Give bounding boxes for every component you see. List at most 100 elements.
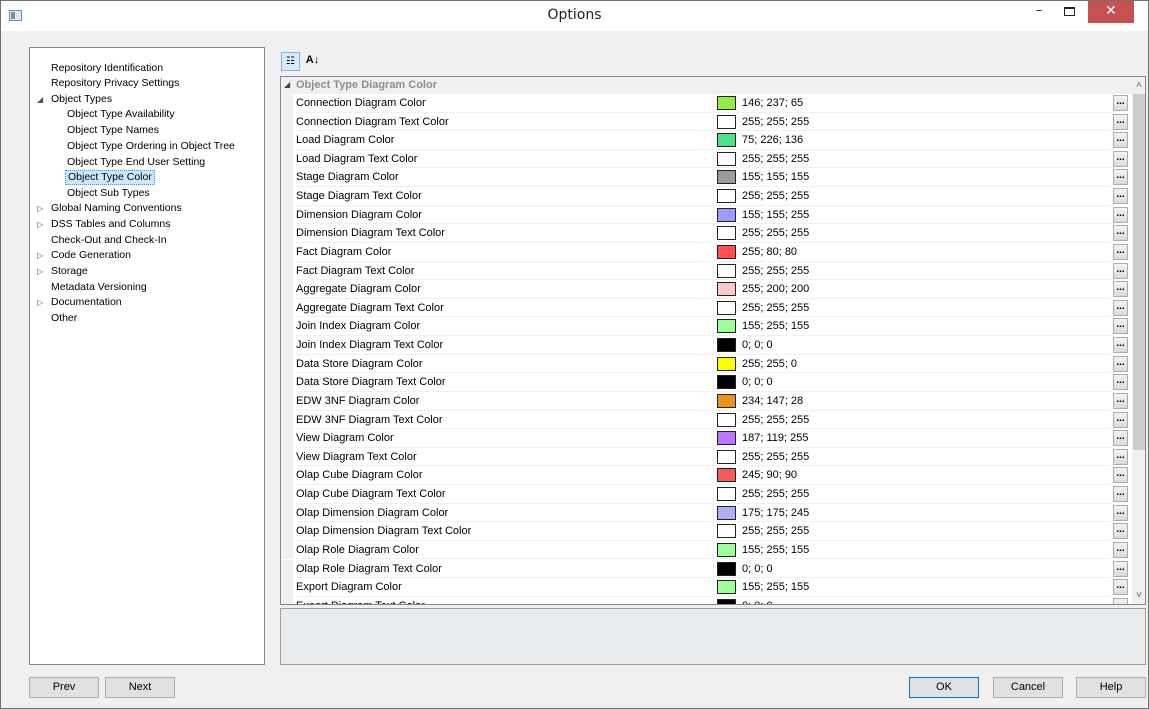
property-value[interactable]: 255; 255; 0 xyxy=(715,355,1110,374)
maximize-button[interactable] xyxy=(1054,1,1084,23)
property-row[interactable]: Data Store Diagram Color 255; 255; 0... xyxy=(281,354,1132,374)
tree-expander-icon[interactable]: ▷ xyxy=(37,295,43,310)
property-value[interactable]: 255; 255; 255 xyxy=(715,150,1110,169)
property-value[interactable]: 234; 147; 28 xyxy=(715,392,1110,411)
property-row[interactable]: Olap Cube Diagram Text Color 255; 255; 25… xyxy=(281,485,1132,504)
property-value[interactable]: 255; 255; 255 xyxy=(715,299,1110,318)
property-value[interactable]: 0; 0; 0 xyxy=(715,597,1110,604)
property-row[interactable]: View Diagram Color 187; 119; 255... xyxy=(281,429,1132,448)
property-row[interactable]: Olap Role Diagram Text Color 0; 0; 0... xyxy=(281,559,1132,579)
property-value[interactable]: 155; 255; 155 xyxy=(715,578,1110,597)
property-value[interactable]: 146; 237; 65 xyxy=(715,94,1110,113)
color-picker-button[interactable]: ... xyxy=(1113,318,1128,335)
color-picker-button[interactable]: ... xyxy=(1113,206,1128,223)
tree-item[interactable]: Storage xyxy=(49,264,90,279)
property-value[interactable]: 155; 155; 155 xyxy=(715,168,1110,188)
color-picker-button[interactable]: ... xyxy=(1113,262,1128,279)
property-row[interactable]: Load Diagram Text Color 255; 255; 255... xyxy=(281,149,1132,169)
property-row[interactable]: Export Diagram Text Color 0; 0; 0... xyxy=(281,596,1132,604)
scroll-up-icon[interactable]: ˄ xyxy=(1132,77,1145,94)
tree-item[interactable]: Object Type End User Setting xyxy=(65,155,207,170)
property-value[interactable]: 155; 255; 155 xyxy=(715,541,1110,560)
property-row[interactable]: Join Index Diagram Color 155; 255; 155... xyxy=(281,317,1132,337)
tree-item[interactable]: Metadata Versioning xyxy=(49,280,149,295)
categorized-view-button[interactable]: ☷ xyxy=(281,52,300,71)
color-picker-button[interactable]: ... xyxy=(1113,225,1128,242)
color-picker-button[interactable]: ... xyxy=(1113,299,1128,316)
help-button[interactable]: Help xyxy=(1076,677,1146,698)
color-picker-button[interactable]: ... xyxy=(1113,95,1128,111)
property-value[interactable]: 255; 200; 200 xyxy=(715,280,1110,299)
color-picker-button[interactable]: ... xyxy=(1113,486,1128,503)
color-picker-button[interactable]: ... xyxy=(1113,150,1128,167)
tree-item[interactable]: Object Type Names xyxy=(65,123,161,138)
alphabetical-sort-button[interactable]: A↓ xyxy=(303,52,322,71)
color-picker-button[interactable]: ... xyxy=(1113,504,1128,521)
tree-item[interactable]: Repository Privacy Settings xyxy=(49,76,181,91)
property-row[interactable]: Fact Diagram Color 255; 80; 80... xyxy=(281,242,1132,262)
property-row[interactable]: Olap Cube Diagram Color 245; 90; 90... xyxy=(281,466,1132,485)
property-row[interactable]: Load Diagram Color 75; 226; 136... xyxy=(281,131,1132,150)
property-row[interactable]: EDW 3NF Diagram Text Color 255; 255; 255.… xyxy=(281,410,1132,430)
tree-item[interactable]: DSS Tables and Columns xyxy=(49,217,172,232)
tree-expander-icon[interactable]: ▷ xyxy=(37,248,43,263)
property-row[interactable]: Olap Dimension Diagram Color 175; 175; 24… xyxy=(281,503,1132,523)
property-row[interactable]: Join Index Diagram Text Color 0; 0; 0... xyxy=(281,336,1132,355)
color-picker-button[interactable]: ... xyxy=(1113,560,1128,577)
tree-item[interactable]: Global Naming Conventions xyxy=(49,201,184,216)
property-row[interactable]: Fact Diagram Text Color 255; 255; 255... xyxy=(281,261,1132,281)
scroll-down-icon[interactable]: ˅ xyxy=(1132,587,1145,604)
property-value[interactable]: 255; 255; 255 xyxy=(715,522,1110,541)
property-row[interactable]: Olap Role Diagram Color 155; 255; 155... xyxy=(281,540,1132,560)
property-row[interactable]: Stage Diagram Text Color 255; 255; 255... xyxy=(281,187,1132,206)
color-picker-button[interactable]: ... xyxy=(1113,430,1128,447)
tree-item[interactable]: Documentation xyxy=(49,295,124,310)
property-value[interactable]: 155; 155; 255 xyxy=(715,206,1110,225)
color-picker-button[interactable]: ... xyxy=(1113,113,1128,130)
tree-expander-icon[interactable]: ▷ xyxy=(37,264,43,279)
tree-expander-icon[interactable]: ▷ xyxy=(37,201,43,216)
tree-expander-icon[interactable]: ▷ xyxy=(37,217,43,232)
color-picker-button[interactable]: ... xyxy=(1113,448,1128,465)
color-picker-button[interactable]: ... xyxy=(1113,467,1128,484)
property-value[interactable]: 187; 119; 255 xyxy=(715,429,1110,448)
tree-item[interactable]: Object Type Color xyxy=(65,170,155,185)
color-picker-button[interactable]: ... xyxy=(1113,281,1128,298)
property-value[interactable]: 255; 255; 255 xyxy=(715,411,1110,430)
property-row[interactable]: View Diagram Text Color 255; 255; 255... xyxy=(281,447,1132,467)
property-value[interactable]: 255; 255; 255 xyxy=(715,448,1110,467)
tree-item[interactable]: Object Type Availability xyxy=(65,107,177,122)
property-value[interactable]: 0; 0; 0 xyxy=(715,336,1110,355)
property-value[interactable]: 255; 255; 255 xyxy=(715,262,1110,281)
property-row[interactable]: Aggregate Diagram Text Color 255; 255; 25… xyxy=(281,298,1132,318)
property-value[interactable]: 155; 255; 155 xyxy=(715,317,1110,337)
color-picker-button[interactable]: ... xyxy=(1113,188,1128,205)
color-picker-button[interactable]: ... xyxy=(1113,523,1128,540)
color-picker-button[interactable]: ... xyxy=(1113,374,1128,391)
property-row[interactable]: Olap Dimension Diagram Text Color 255; 25… xyxy=(281,522,1132,541)
property-row[interactable]: Stage Diagram Color 155; 155; 155... xyxy=(281,168,1132,188)
property-row[interactable]: Data Store Diagram Text Color 0; 0; 0... xyxy=(281,373,1132,392)
tree-item[interactable]: Object Types xyxy=(49,92,114,107)
tree-item[interactable]: Object Type Ordering in Object Tree xyxy=(65,139,237,154)
color-picker-button[interactable]: ... xyxy=(1113,337,1128,354)
property-row[interactable]: Connection Diagram Color 146; 237; 65... xyxy=(281,94,1132,113)
property-row[interactable]: Dimension Diagram Color 155; 155; 255... xyxy=(281,205,1132,225)
property-category[interactable]: ◢ Object Type Diagram Color xyxy=(281,77,1132,94)
property-value[interactable]: 255; 255; 255 xyxy=(715,113,1110,132)
scroll-thumb[interactable] xyxy=(1133,94,1145,450)
color-picker-button[interactable]: ... xyxy=(1113,541,1128,558)
color-picker-button[interactable]: ... xyxy=(1113,392,1128,409)
tree-item[interactable]: Check-Out and Check-In xyxy=(49,233,169,248)
tree-item[interactable]: Other xyxy=(49,311,79,326)
color-picker-button[interactable]: ... xyxy=(1113,355,1128,372)
property-row[interactable]: Dimension Diagram Text Color 255; 255; 25… xyxy=(281,224,1132,243)
property-row[interactable]: Export Diagram Color 155; 255; 155... xyxy=(281,578,1132,597)
cancel-button[interactable]: Cancel xyxy=(993,677,1063,698)
tree-item[interactable]: Repository Identification xyxy=(49,61,165,76)
color-picker-button[interactable]: ... xyxy=(1113,411,1128,428)
property-row[interactable]: Connection Diagram Text Color 255; 255; 2… xyxy=(281,112,1132,132)
color-picker-button[interactable]: ... xyxy=(1113,132,1128,149)
property-value[interactable]: 175; 175; 245 xyxy=(715,504,1110,523)
property-row[interactable]: Aggregate Diagram Color 255; 200; 200... xyxy=(281,280,1132,299)
